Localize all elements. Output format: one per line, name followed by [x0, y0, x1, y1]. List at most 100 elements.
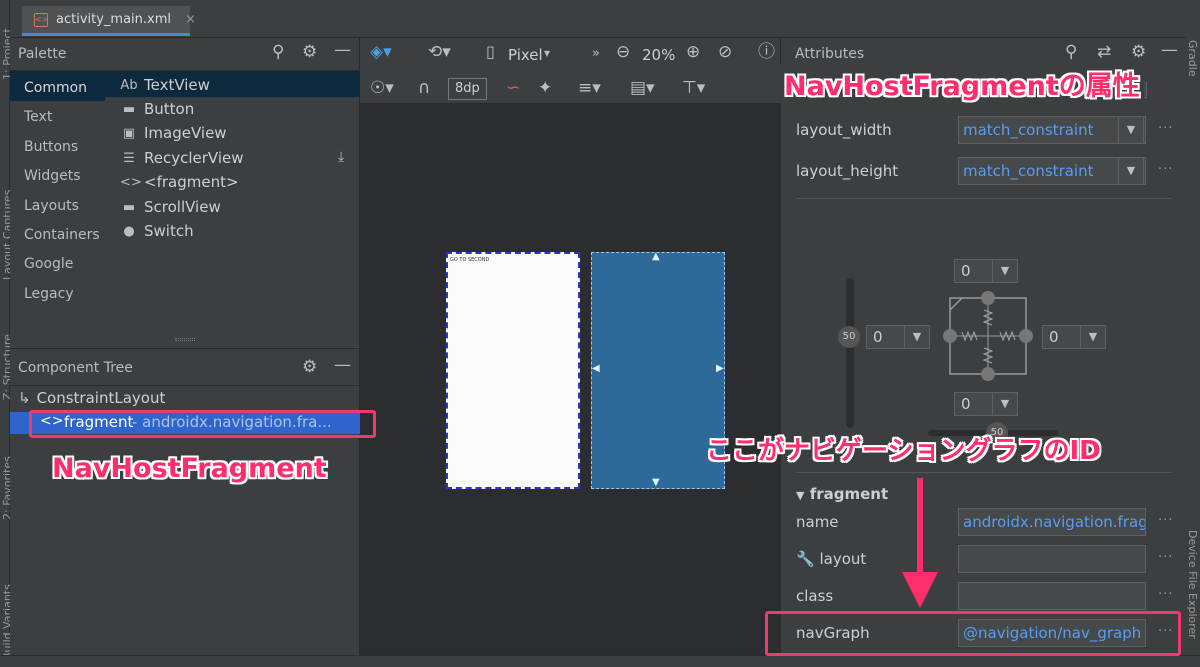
- design-preview[interactable]: GO TO SECOND: [446, 252, 580, 489]
- palette-category-buttons[interactable]: Buttons: [24, 139, 78, 155]
- palette-item-label: RecyclerView: [144, 149, 244, 167]
- clear-constraints-icon[interactable]: ∽: [506, 80, 520, 97]
- attr-label-name: name: [796, 513, 839, 531]
- margin-bottom-input[interactable]: 0: [954, 392, 994, 416]
- divider: [796, 198, 1172, 199]
- component-tree-panel: Component Tree ⚙ — ↳ ConstraintLayout <>…: [10, 348, 360, 655]
- xml-file-icon: <>: [34, 12, 48, 27]
- left-handle-icon[interactable]: ◀: [592, 363, 600, 374]
- minimize-icon[interactable]: —: [1161, 42, 1178, 59]
- search-icon[interactable]: ⚲: [272, 44, 284, 61]
- more-icon[interactable]: ···: [1158, 587, 1173, 602]
- eye-icon[interactable]: ☉▾: [370, 80, 394, 97]
- device-icon[interactable]: ▯: [486, 44, 495, 60]
- more-icon[interactable]: ···: [1158, 162, 1173, 177]
- palette-category-widgets[interactable]: Widgets: [24, 168, 81, 184]
- chevron-down-icon[interactable]: ▼: [904, 325, 930, 349]
- palette-item-recyclerview[interactable]: ☰ RecyclerView: [120, 149, 244, 167]
- design-toolbar: ◈▾ ⟲▾ ▯ Pixel ▾ » ⊖ 20% ⊕ ⊘ ⓘ ☉▾ ∩ 8dp ∽…: [360, 38, 780, 104]
- left-tool-strip: 1: Project Layout Captures Z: Structure …: [0, 0, 14, 667]
- orientation-icon[interactable]: ⟲▾: [428, 44, 451, 61]
- overflow-chevron-icon[interactable]: »: [592, 46, 600, 61]
- minimize-icon[interactable]: —: [334, 42, 351, 59]
- palette-item-fragment[interactable]: <> <fragment>: [120, 173, 239, 191]
- magnet-icon[interactable]: ∩: [418, 80, 430, 97]
- tree-node-constraintlayout[interactable]: ↳ ConstraintLayout: [18, 389, 165, 407]
- palette-item-button[interactable]: ▬ Button: [120, 100, 194, 118]
- guidelines-icon[interactable]: ≡▾: [578, 80, 601, 97]
- download-icon[interactable]: ⤓: [338, 150, 344, 164]
- palette-category-legacy[interactable]: Legacy: [24, 286, 74, 302]
- palette-category-common[interactable]: Common: [24, 80, 87, 96]
- palette-item-textview[interactable]: Ab TextView: [120, 76, 210, 94]
- design-canvas: GO TO SECOND ▲ ▼ ◀ ▶: [360, 104, 780, 655]
- palette-item-imageview[interactable]: ▣ ImageView: [120, 124, 227, 142]
- name-field[interactable]: androidx.navigation.fragment.NavHostFrag…: [958, 508, 1146, 536]
- margin-left-input[interactable]: 0: [866, 325, 906, 349]
- chevron-down-icon[interactable]: ▼: [1080, 325, 1106, 349]
- highlight-box-fragment-node: [29, 410, 376, 438]
- chevron-down-icon[interactable]: ▼: [1118, 116, 1144, 144]
- section-title: fragment: [809, 485, 889, 503]
- device-dropdown-icon[interactable]: ▾: [544, 46, 550, 60]
- file-tab-activity-main[interactable]: <> activity_main.xml ×: [22, 6, 196, 36]
- device-selector[interactable]: Pixel: [508, 46, 543, 64]
- infer-constraints-icon[interactable]: ✦: [538, 80, 552, 97]
- editor-tab-bar: <> activity_main.xml ×: [10, 0, 1186, 38]
- palette-category-google[interactable]: Google: [24, 256, 73, 272]
- right-handle-icon[interactable]: ▶: [716, 363, 724, 374]
- vertical-bias-slider[interactable]: [846, 278, 854, 428]
- align-icon[interactable]: ▤▾: [630, 80, 655, 97]
- layout-field[interactable]: [958, 545, 1146, 573]
- chevron-down-icon[interactable]: ▼: [1118, 157, 1144, 185]
- palette-item-label: <fragment>: [144, 173, 239, 191]
- top-handle-icon[interactable]: ▲: [652, 251, 660, 262]
- more-icon[interactable]: ···: [1158, 550, 1173, 565]
- constraint-box: [943, 291, 1033, 381]
- margin-top-input[interactable]: 0: [954, 259, 994, 283]
- gear-icon[interactable]: ⚙: [1131, 44, 1146, 61]
- more-icon[interactable]: ···: [1158, 513, 1173, 528]
- palette-item-label: Button: [144, 100, 195, 118]
- palette-item-switch[interactable]: ● Switch: [120, 222, 194, 240]
- chevron-down-icon[interactable]: ▼: [992, 392, 1018, 416]
- switch-icon: ●: [123, 223, 135, 239]
- close-icon[interactable]: ×: [185, 12, 196, 27]
- bottom-handle-icon[interactable]: ▼: [652, 477, 660, 488]
- gradle-tool-tab[interactable]: Gradle: [1186, 40, 1199, 77]
- palette-category-containers[interactable]: Containers: [24, 227, 100, 243]
- palette-item-scrollview[interactable]: ▬ ScrollView: [120, 198, 221, 216]
- zoom-in-icon[interactable]: ⊕: [686, 44, 700, 61]
- blueprint-preview[interactable]: ▲ ▼ ◀ ▶: [591, 251, 725, 489]
- fragment-section-header[interactable]: ▼ fragment: [796, 485, 888, 503]
- zoom-out-icon[interactable]: ⊖: [616, 44, 630, 61]
- device-file-explorer-tool-tab[interactable]: Device File Explorer: [1186, 530, 1199, 639]
- minimize-icon[interactable]: —: [334, 357, 351, 374]
- more-icon[interactable]: ···: [1158, 121, 1173, 136]
- palette-category-text[interactable]: Text: [24, 109, 52, 125]
- palette-panel: Palette ⚲ ⚙ — Common Text Buttons Widget…: [10, 38, 360, 348]
- image-icon: ▣: [122, 125, 136, 141]
- resize-handle[interactable]: [175, 338, 195, 341]
- code-icon: <>: [120, 174, 142, 190]
- chevron-down-icon[interactable]: ▼: [992, 259, 1018, 283]
- annotation-arrow: [902, 478, 938, 608]
- vertical-bias-thumb[interactable]: 50: [838, 326, 860, 348]
- gear-icon[interactable]: ⚙: [302, 359, 317, 376]
- default-margin-selector[interactable]: 8dp: [448, 78, 487, 100]
- search-icon[interactable]: ⚲: [1065, 44, 1077, 61]
- palette-item-label: ImageView: [144, 124, 227, 142]
- palette-title: Palette: [18, 46, 67, 62]
- warning-icon[interactable]: ⓘ: [758, 44, 775, 61]
- go-to-second-button[interactable]: GO TO SECOND: [450, 257, 489, 263]
- gear-icon[interactable]: ⚙: [302, 44, 317, 61]
- margin-right-input[interactable]: 0: [1042, 325, 1082, 349]
- palette-category-layouts[interactable]: Layouts: [24, 198, 79, 214]
- palette-item-label: Switch: [144, 222, 194, 240]
- pack-icon[interactable]: ⊤▾: [682, 80, 705, 97]
- zoom-fit-icon[interactable]: ⊘: [718, 44, 732, 61]
- swap-icon[interactable]: ⇄: [1097, 44, 1111, 61]
- class-field[interactable]: [958, 582, 1146, 610]
- layers-icon[interactable]: ◈▾: [370, 44, 392, 61]
- annotation-navhostfragment: NavHostFragment: [52, 453, 327, 484]
